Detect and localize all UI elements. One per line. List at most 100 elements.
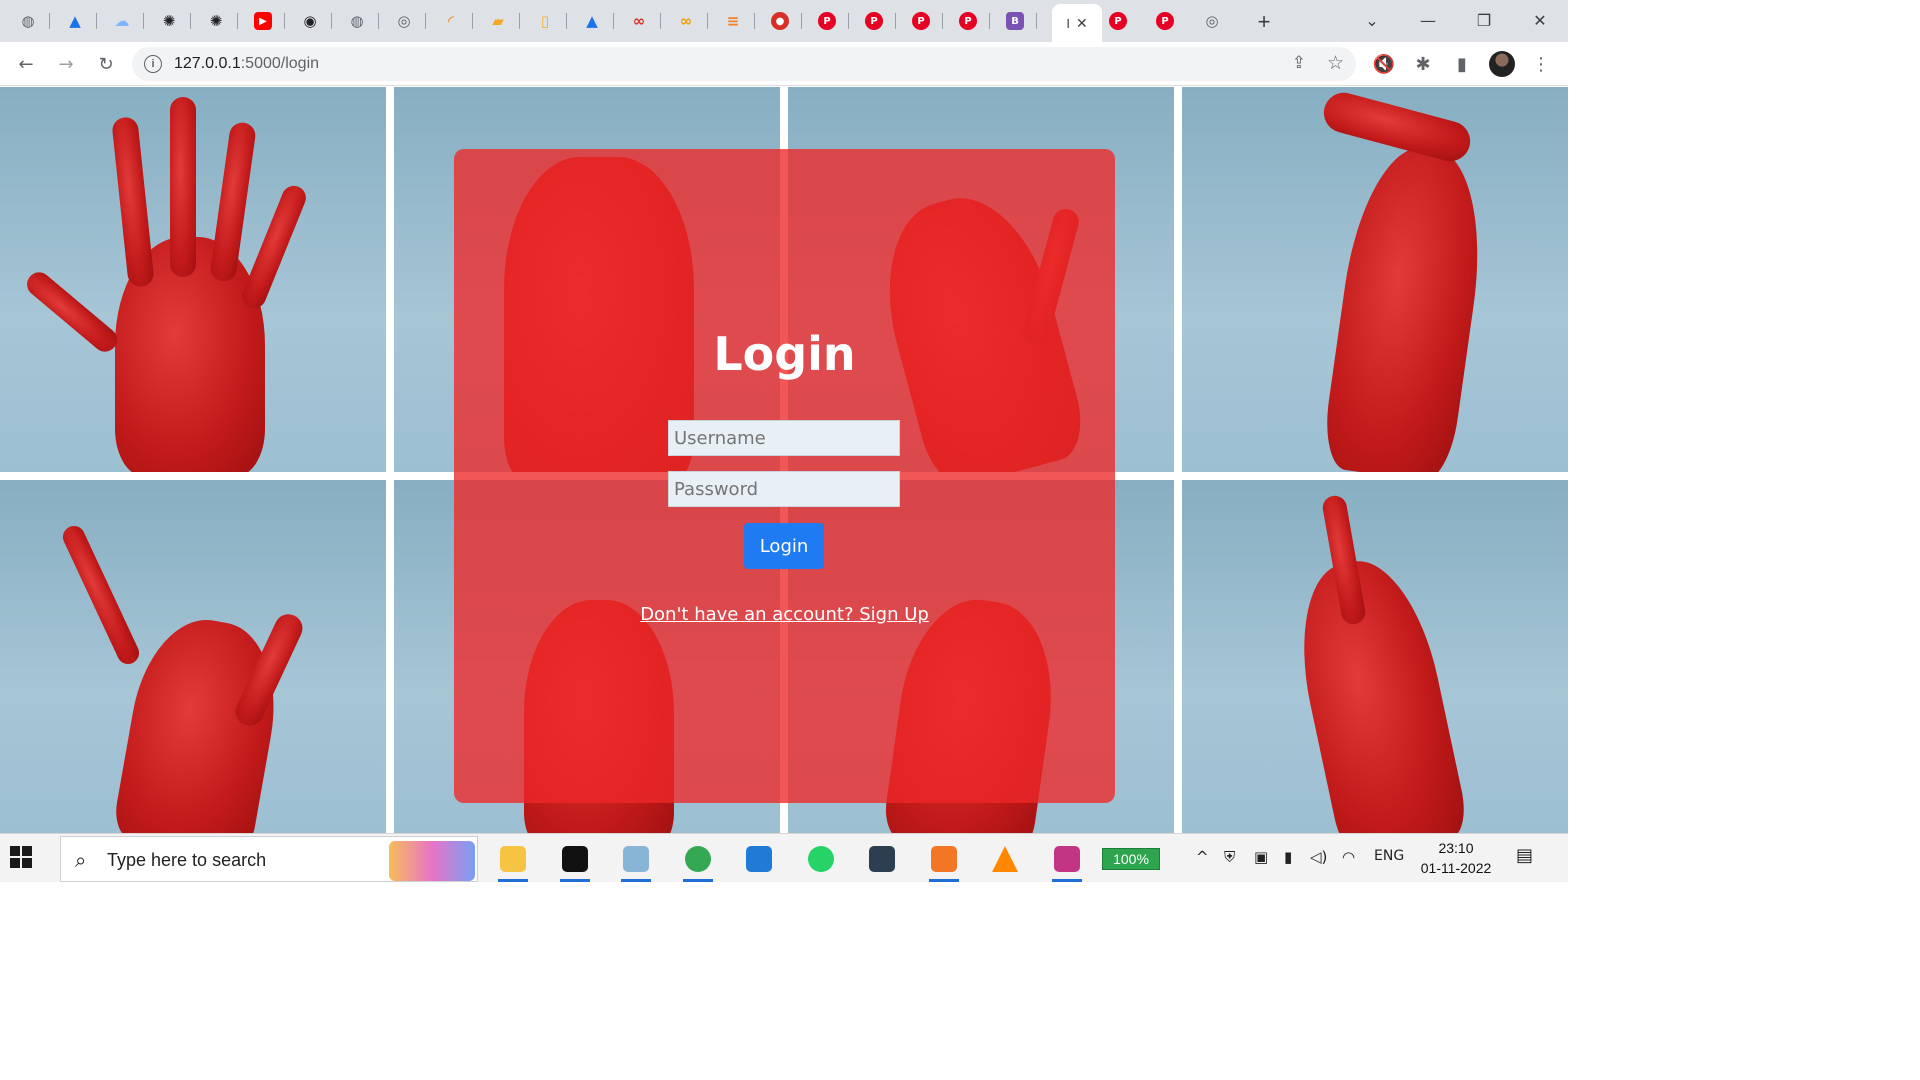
app-icon[interactable] [865,842,899,876]
battery-indicator[interactable]: 100% [1102,848,1160,870]
browser-tab[interactable]: P [1143,6,1187,36]
browser-tab[interactable]: ◎ [382,6,426,36]
browser-tab[interactable]: ▰ [476,6,520,36]
search-icon: ⌕ [75,848,87,872]
login-card: Login Login Don't have an account? Sign … [454,149,1115,803]
site-info-icon[interactable]: i [144,55,162,73]
tab-separator [425,13,426,29]
file-explorer-glyph [500,846,526,872]
password-input[interactable] [668,471,900,507]
browser-tab[interactable]: P [852,6,896,36]
browser-tab[interactable]: ∞ [617,6,661,36]
taskbar-search-placeholder: Type here to search [107,850,267,870]
wifi-icon[interactable]: ◠ [1342,848,1355,866]
vlc-glyph [992,846,1018,872]
restore-button[interactable]: ❐ [1464,6,1504,34]
show-hidden-icons-icon[interactable]: ^ [1196,848,1209,866]
tab-close-icon[interactable]: ✕ [1076,15,1088,32]
security-icon[interactable]: ⛨ [1224,848,1235,866]
youtube-icon: ▶ [254,12,272,30]
browser-tab[interactable]: P [805,6,849,36]
minimize-button[interactable]: — [1408,6,1448,34]
browser-tab[interactable]: ◍ [335,6,379,36]
notification-icon[interactable]: ▤ [1516,845,1533,866]
clock-time: 23:10 [1438,840,1474,856]
background-hand-image [0,87,386,472]
terminal-icon[interactable] [558,842,592,882]
globe-icon: ◍ [21,12,35,30]
jupyter-icon[interactable] [927,842,961,882]
browser-tab[interactable]: ☁ [100,6,144,36]
instagram-icon[interactable] [1050,842,1084,882]
taskbar-search-box[interactable]: ⌕ Type here to search [60,836,478,882]
vscode-icon[interactable] [742,842,776,876]
back-button[interactable]: ← [12,50,40,78]
chrome-icon: ◎ [1205,12,1219,30]
browser-menu-icon[interactable]: ⋮ [1527,50,1555,78]
side-panel-icon[interactable]: ▮ [1448,50,1476,78]
tab-separator [237,13,238,29]
chrome-icon: ◎ [397,12,411,30]
chrome-icon[interactable] [681,842,715,882]
whatsapp-icon[interactable] [804,842,838,876]
display-icon[interactable]: ▣ [1254,848,1268,866]
volume-icon[interactable]: ◁) [1310,848,1327,866]
url-text[interactable]: 127.0.0.1:5000/login [174,55,319,73]
search-tabs-button[interactable]: ⌄ [1352,6,1392,34]
taskbar-clock[interactable]: 23:10 01-11-2022 [1412,838,1500,878]
new-tab-button[interactable]: + [1250,8,1278,36]
browser-tab[interactable]: ▲ [53,6,97,36]
browser-tab[interactable]: ∞ [664,6,708,36]
browser-tab[interactable]: ● [758,6,802,36]
instagram-glyph [1053,846,1080,872]
reload-button[interactable]: ↻ [92,50,120,78]
browser-tab[interactable]: P [899,6,943,36]
browser-tab[interactable]: ▯ [523,6,567,36]
search-highlight-illustration [389,841,475,881]
close-window-button[interactable]: ✕ [1520,6,1560,34]
address-bar[interactable]: i 127.0.0.1:5000/login ⇪ ☆ [132,47,1356,81]
forward-button[interactable]: → [52,50,80,78]
vscode-glyph [746,846,772,872]
windows-start-icon[interactable] [10,846,40,872]
signup-link[interactable]: Don't have an account? Sign Up [454,604,1115,625]
browser-tab[interactable]: P [946,6,990,36]
tab-separator [96,13,97,29]
extensions-icon[interactable]: ✱ [1409,50,1437,78]
browser-tab[interactable]: P [1096,6,1140,36]
browser-tab[interactable]: ▲ [570,6,614,36]
browser-tab[interactable]: ✺ [147,6,191,36]
username-input[interactable] [668,420,900,456]
background-hand-image [1182,480,1568,833]
notepad-icon[interactable] [619,842,653,882]
tab-separator [143,13,144,29]
mute-tab-icon[interactable]: 🔇 [1370,50,1398,78]
microphone-icon[interactable]: ▮ [1284,848,1292,866]
share-icon[interactable]: ⇪ [1292,53,1306,73]
browser-tab[interactable]: ▶ [241,6,285,36]
browser-tab[interactable]: ◍ [6,6,50,36]
running-indicator [928,879,959,882]
bookmark-star-icon[interactable]: ☆ [1327,52,1344,75]
jupyter-glyph [930,846,957,872]
globe-icon: ◍ [350,12,364,30]
google-drive-icon: ▲ [69,12,81,30]
notepad-glyph [623,846,649,872]
tab-separator [942,13,943,29]
login-button[interactable]: Login [744,523,824,569]
file-explorer-icon[interactable] [496,842,530,882]
browser-tab[interactable]: ✺ [194,6,238,36]
browser-tab[interactable]: ≡ [711,6,755,36]
running-indicator [621,879,651,882]
tab-separator [472,13,473,29]
browser-tab[interactable]: ◎ [1190,6,1234,36]
tab-active[interactable]: I ✕ [1052,4,1102,42]
chrome-glyph [684,846,711,872]
browser-tab[interactable]: B [993,6,1037,36]
language-indicator[interactable]: ENG [1374,848,1404,864]
google-drive-icon: ▲ [586,12,598,30]
profile-avatar[interactable] [1489,51,1515,77]
vlc-icon[interactable] [988,842,1022,876]
browser-tab[interactable]: ◜ [429,6,473,36]
browser-tab[interactable]: ◉ [288,6,332,36]
